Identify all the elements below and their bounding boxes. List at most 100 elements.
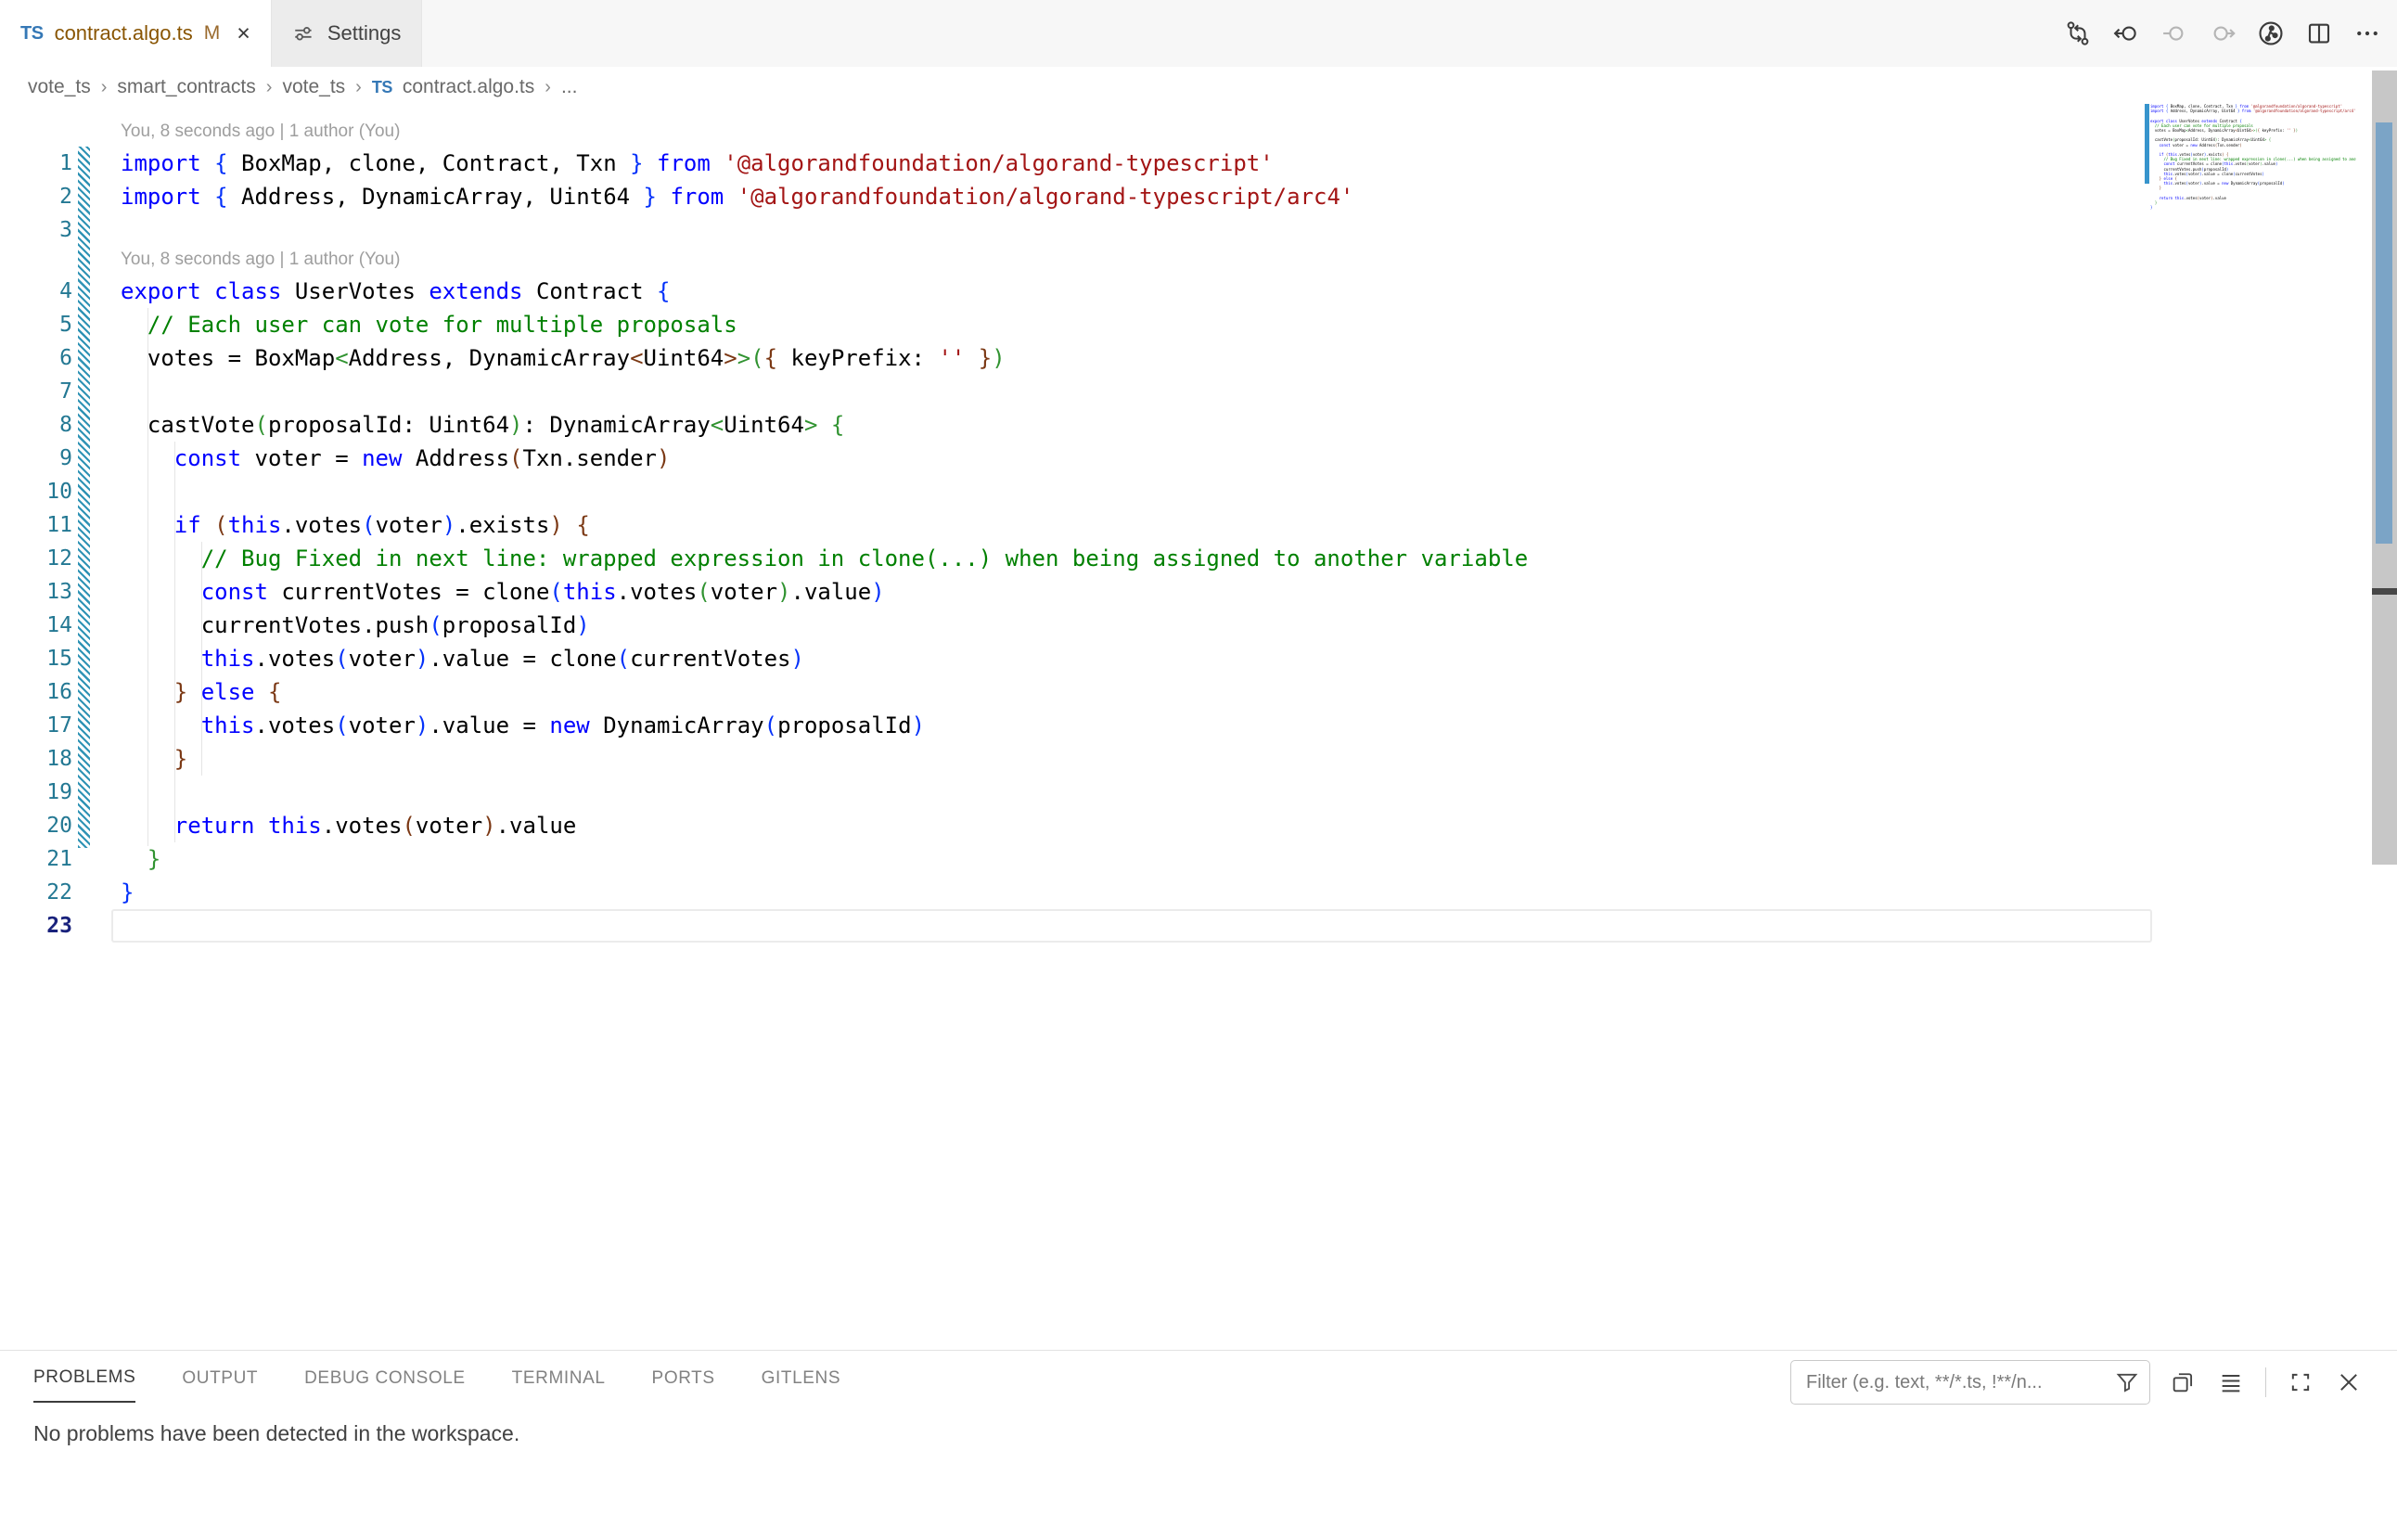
tab-settings[interactable]: Settings — [272, 0, 423, 67]
collapse-all-icon[interactable] — [2217, 1368, 2245, 1396]
line-number: 13 — [0, 575, 72, 609]
breadcrumb-item[interactable]: contract.algo.ts — [403, 76, 534, 98]
code-line-22[interactable]: 22} — [0, 876, 2397, 909]
code-text: export class UserVotes extends Contract … — [121, 275, 670, 308]
more-actions-icon[interactable] — [2352, 19, 2382, 48]
code-line-12[interactable]: 12 // Bug Fixed in next line: wrapped ex… — [0, 542, 2397, 575]
panel-tab-terminal[interactable]: TERMINAL — [512, 1354, 606, 1403]
code-line-23[interactable]: 23 — [0, 909, 2397, 943]
code-text: } — [121, 876, 134, 909]
maximize-panel-icon[interactable] — [2287, 1368, 2314, 1396]
breadcrumb-item[interactable]: vote_ts — [28, 76, 91, 98]
previous-change-icon[interactable] — [2111, 19, 2141, 48]
previous-change-disabled-icon — [2160, 19, 2189, 48]
line-number: 9 — [0, 442, 72, 475]
overview-ruler-cursor-marker — [2372, 588, 2397, 595]
code-text: } — [121, 742, 187, 776]
breadcrumb-separator: › — [545, 77, 551, 98]
code-line-2[interactable]: 2 import { Address, DynamicArray, Uint64 … — [0, 180, 2397, 213]
panel-tab-problems[interactable]: PROBLEMS — [33, 1354, 135, 1403]
code-line-10[interactable]: 10 — [0, 475, 2397, 508]
code-line-20[interactable]: 20 return this.votes(voter).value — [0, 809, 2397, 842]
breadcrumb: vote_ts›smart_contracts›vote_ts›TScontra… — [28, 67, 577, 108]
code-line-6[interactable]: 6 votes = BoxMap<Address, DynamicArray<U… — [0, 341, 2397, 375]
code-line-11[interactable]: 11 if (this.votes(voter).exists) { — [0, 508, 2397, 542]
breadcrumb-item[interactable]: ... — [561, 76, 578, 98]
code-line-9[interactable]: 9 const voter = new Address(Txn.sender) — [0, 442, 2397, 475]
line-number: 5 — [0, 308, 72, 341]
gitlens-codelens[interactable]: You, 8 seconds ago | 1 author (You) — [0, 119, 2397, 147]
problems-filter-input[interactable] — [1804, 1371, 2112, 1394]
code-text: } — [121, 842, 160, 876]
code-line-21[interactable]: 21 } — [0, 842, 2397, 876]
line-number: 10 — [0, 475, 72, 508]
code-line-8[interactable]: 8 castVote(proposalId: Uint64): DynamicA… — [0, 408, 2397, 442]
code-line-7[interactable]: 7 — [0, 375, 2397, 408]
overview-ruler-modified-decoration — [2376, 122, 2392, 544]
code-text: currentVotes.push(proposalId) — [121, 609, 590, 642]
editor-tab-bar: TS contract.algo.ts M × Settings — [0, 0, 2397, 67]
panel-tab-ports[interactable]: PORTS — [652, 1354, 715, 1403]
line-number: 21 — [0, 842, 72, 876]
code-line-4[interactable]: 4export class UserVotes extends Contract… — [0, 275, 2397, 308]
code-text: // Bug Fixed in next line: wrapped expre… — [121, 542, 1528, 575]
code-text: this.votes(voter).value = clone(currentV… — [121, 642, 804, 675]
code-line-18[interactable]: 18 } — [0, 742, 2397, 776]
code-text: } else { — [121, 675, 281, 709]
line-number: 6 — [0, 341, 72, 375]
line-number: 22 — [0, 876, 72, 909]
code-line-13[interactable]: 13 const currentVotes = clone(this.votes… — [0, 575, 2397, 609]
line-number: 2 — [0, 180, 72, 213]
line-number: 8 — [0, 408, 72, 442]
breadcrumb-separator: › — [266, 77, 273, 98]
code-line-15[interactable]: 15 this.votes(voter).value = clone(curre… — [0, 642, 2397, 675]
code-text: const voter = new Address(Txn.sender) — [121, 442, 670, 475]
line-number: 14 — [0, 609, 72, 642]
open-changes-icon[interactable] — [2063, 19, 2093, 48]
code-line-1[interactable]: 1 import { BoxMap, clone, Contract, Txn }… — [0, 147, 2397, 180]
toolbar-separator — [2265, 1367, 2266, 1397]
panel-action-toolbar — [2169, 1360, 2363, 1405]
panel-tab-debug-console[interactable]: DEBUG CONSOLE — [304, 1354, 466, 1403]
commit-graph-icon[interactable] — [2256, 19, 2286, 48]
code-line-5[interactable]: 5 // Each user can vote for multiple pro… — [0, 308, 2397, 341]
split-editor-icon[interactable] — [2304, 19, 2334, 48]
line-number: 1 — [0, 147, 72, 180]
code-text: import { Address, DynamicArray, Uint64 }… — [121, 180, 1353, 213]
gitlens-codelens[interactable]: You, 8 seconds ago | 1 author (You) — [0, 247, 2397, 275]
panel-tab-bar: PROBLEMS OUTPUT DEBUG CONSOLE TERMINAL PORTS… — [33, 1354, 840, 1403]
breadcrumb-separator: › — [101, 77, 108, 98]
line-number: 19 — [0, 776, 72, 809]
problems-empty-message: No problems have been detected in the wo… — [33, 1421, 519, 1446]
code-line-16[interactable]: 16 } else { — [0, 675, 2397, 709]
next-change-disabled-icon — [2208, 19, 2237, 48]
close-tab-icon[interactable]: × — [237, 22, 250, 45]
tab-contract-algo-ts[interactable]: TS contract.algo.ts M × — [0, 0, 272, 67]
filter-funnel-icon[interactable] — [2114, 1369, 2140, 1395]
line-number: 16 — [0, 675, 72, 709]
code-line-19[interactable]: 19 — [0, 776, 2397, 809]
line-number: 15 — [0, 642, 72, 675]
breadcrumb-separator: › — [355, 77, 362, 98]
minimap-modified-bar — [2145, 104, 2149, 184]
minimap[interactable]: import { BoxMap, clone, Contract, Txn } … — [2150, 104, 2356, 221]
panel-tab-gitlens[interactable]: GITLENS — [762, 1354, 841, 1403]
current-line-highlight — [111, 909, 2152, 943]
code-text: // Each user can vote for multiple propo… — [121, 308, 737, 341]
line-number: 12 — [0, 542, 72, 575]
code-line-17[interactable]: 17 this.votes(voter).value = new Dynamic… — [0, 709, 2397, 742]
panel-tab-output[interactable]: OUTPUT — [182, 1354, 258, 1403]
problems-filter-box — [1790, 1360, 2150, 1405]
code-text: import { BoxMap, clone, Contract, Txn } … — [121, 147, 1274, 180]
code-line-3[interactable]: 3 — [0, 213, 2397, 247]
bottom-panel: PROBLEMS OUTPUT DEBUG CONSOLE TERMINAL PORTS… — [0, 1350, 2397, 1540]
line-number: 18 — [0, 742, 72, 776]
code-editor[interactable]: You, 8 seconds ago | 1 author (You)1impo… — [0, 108, 2397, 1350]
breadcrumb-item[interactable]: smart_contracts — [117, 76, 255, 98]
code-text: castVote(proposalId: Uint64): DynamicArr… — [121, 408, 844, 442]
breadcrumb-item[interactable]: vote_ts — [282, 76, 345, 98]
code-text: this.votes(voter).value = new DynamicArr… — [121, 709, 925, 742]
code-line-14[interactable]: 14 currentVotes.push(proposalId) — [0, 609, 2397, 642]
close-panel-icon[interactable] — [2335, 1368, 2363, 1396]
view-mode-icon[interactable] — [2169, 1368, 2197, 1396]
